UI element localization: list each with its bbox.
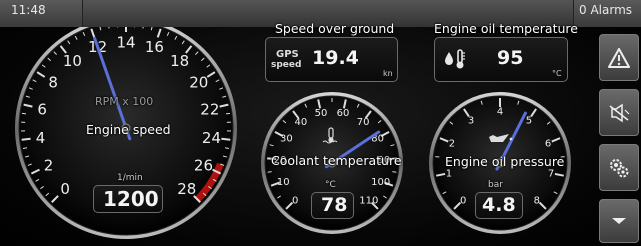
tick-label: 7	[548, 169, 554, 180]
rpm-value-box: 1200	[93, 185, 163, 213]
rpm-value: 1200	[103, 187, 159, 211]
tick-label: 4	[36, 129, 46, 147]
tick-label: 10	[277, 177, 290, 188]
tick-label: 26	[194, 157, 213, 175]
gps-source-line1: GPS	[276, 49, 299, 60]
tick-label: 110	[359, 195, 378, 206]
tick-label: 50	[315, 108, 328, 119]
alarm-mute-icon	[609, 103, 630, 122]
tick-label: 3	[468, 115, 474, 126]
tick-label: 4	[497, 107, 503, 118]
tick-label: 0	[460, 195, 466, 206]
oil-temperature-value: 95	[497, 47, 524, 69]
tick-label: 28	[177, 180, 196, 198]
oil-pressure-unit: bar	[488, 180, 503, 190]
oil-temperature-icon	[443, 47, 467, 75]
tick-label: 24	[202, 129, 221, 147]
tick-label: 6	[37, 100, 47, 118]
tick-label: 40	[294, 117, 307, 128]
tick-label: 8	[48, 74, 58, 92]
tick-label: 22	[200, 100, 219, 118]
gps-source-line2: speed	[271, 60, 302, 70]
mute-alarm-button[interactable]	[599, 89, 639, 136]
rpm-scale-label: RPM x 100	[95, 95, 154, 108]
engine-oil-temperature-panel: 95 °C	[434, 37, 568, 82]
coolant-temperature-label: Coolant temperature	[271, 153, 402, 168]
speed-unit: kn	[383, 69, 393, 78]
coolant-value: 78	[321, 194, 348, 216]
tick-label: 16	[145, 38, 164, 56]
tick-label: 30	[280, 134, 293, 145]
engine-oil-pressure-label: Engine oil pressure	[445, 154, 565, 169]
alarm-count[interactable]: 0 Alarms	[573, 0, 641, 27]
speed-over-ground-title: Speed over ground	[275, 21, 395, 36]
oil-pressure-value-box: 4.8	[475, 192, 523, 219]
tick-label: 8	[534, 195, 540, 206]
clock-time: 11:48	[0, 0, 83, 27]
tick-label: 10	[63, 52, 82, 70]
tick-label: 14	[116, 33, 135, 51]
minor-tick	[21, 112, 27, 115]
tick-label: 70	[357, 117, 370, 128]
tick-label: 0	[292, 195, 298, 206]
tick-label: 18	[170, 52, 189, 70]
warning-icon	[608, 47, 630, 68]
minor-tick	[392, 171, 397, 173]
tick-label: 2	[449, 139, 455, 150]
settings-button[interactable]	[599, 144, 639, 191]
gauge-area: 0246810121416182022242628 01020304050607…	[0, 21, 641, 246]
alarms-button[interactable]	[599, 34, 639, 81]
tick-label: 100	[371, 177, 390, 188]
tick-label: 20	[189, 74, 208, 92]
coolant-value-box: 78	[311, 192, 354, 219]
tick-label: 60	[337, 108, 350, 119]
engine-speed-label: Engine speed	[86, 122, 171, 137]
minor-tick	[225, 112, 231, 115]
tick-label: 1	[446, 169, 452, 180]
oil-pressure-value: 4.8	[482, 194, 516, 216]
scroll-down-button[interactable]	[599, 199, 639, 243]
oil-temperature-unit: °C	[552, 69, 562, 78]
tick-label: 5	[526, 115, 532, 126]
tick-label: 2	[44, 157, 54, 175]
engine-oil-temperature-title: Engine oil temperature	[434, 21, 578, 36]
speed-value: 19.4	[312, 47, 359, 69]
tick-label: 6	[545, 139, 551, 150]
rpm-unit: 1/min	[117, 173, 143, 183]
tick-label: 0	[60, 180, 70, 198]
coolant-unit: °C	[325, 180, 336, 190]
major-tick	[21, 137, 31, 141]
minor-tick	[267, 171, 272, 173]
speed-over-ground-panel: GPS speed 19.4 kn	[265, 37, 398, 82]
settings-icon	[610, 158, 629, 177]
chevron-down-icon	[612, 218, 626, 224]
major-tick	[221, 137, 231, 141]
